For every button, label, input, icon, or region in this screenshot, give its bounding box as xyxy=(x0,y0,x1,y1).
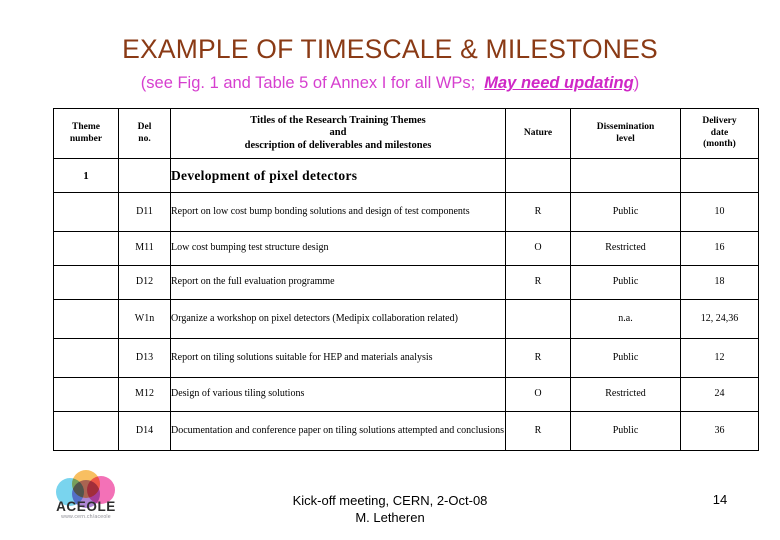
theme-number-cell: 1 xyxy=(53,158,119,193)
row-delivery-date-cell: 16 xyxy=(680,231,759,266)
row-nature-cell: R xyxy=(505,411,571,451)
row-description-cell: Design of various tiling solutions xyxy=(170,377,506,412)
row-delivery-date-cell: 24 xyxy=(680,377,759,412)
col-header-del-no-line2: no. xyxy=(138,133,151,144)
page-title: EXAMPLE OF TIMESCALE & MILESTONES xyxy=(122,34,658,64)
table-header-row: Theme number Del no. Titles of the Resea… xyxy=(53,108,759,159)
row-nature-cell: O xyxy=(505,231,571,266)
col-header-theme-number-line2: number xyxy=(69,133,103,144)
col-header-titles-line1: Titles of the Research Training Themes xyxy=(250,114,426,126)
col-header-delivery-date: Delivery date (month) xyxy=(680,108,759,159)
row-description-cell: Organize a workshop on pixel detectors (… xyxy=(170,299,506,339)
row-del-no-cell: M11 xyxy=(118,231,171,266)
table-row: W1n Organize a workshop on pixel detector… xyxy=(53,299,759,339)
col-header-titles: Titles of the Research Training Themes a… xyxy=(170,108,506,159)
logo-wordmark: ACEOLE xyxy=(56,499,116,514)
col-header-dissemination-line1: Dissemination xyxy=(596,122,655,132)
row-del-no-cell: D11 xyxy=(118,192,171,232)
theme-nature-cell xyxy=(505,158,571,193)
row-description-cell: Report on tiling solutions suitable for … xyxy=(170,338,506,378)
row-theme-cell xyxy=(53,299,119,339)
table-row: M11 Low cost bumping test structure desig… xyxy=(53,231,759,266)
theme-row: 1 Development of pixel detectors xyxy=(53,158,759,193)
col-header-dissemination: Dissemination level xyxy=(570,108,681,159)
subtitle-main-text: (see Fig. 1 and Table 5 of Annex I for a… xyxy=(140,74,476,92)
subtitle-emphasis-text: May need updating xyxy=(484,74,634,92)
row-delivery-date-cell: 10 xyxy=(680,192,759,232)
row-dissemination-cell: Public xyxy=(570,192,681,232)
row-del-no-cell: D14 xyxy=(118,411,171,451)
row-dissemination-cell: Restricted xyxy=(570,231,681,266)
row-delivery-date-cell: 18 xyxy=(680,265,759,300)
col-header-nature: Nature xyxy=(505,108,571,159)
row-del-no-cell: W1n xyxy=(118,299,171,339)
aceole-logo: ACEOLE www.cern.ch/aceole xyxy=(53,470,119,530)
theme-del-cell xyxy=(118,158,171,193)
row-description-cell: Low cost bumping test structure design xyxy=(170,231,506,266)
row-description-cell: Report on low cost bump bonding solution… xyxy=(170,192,506,232)
row-delivery-date-cell: 36 xyxy=(680,411,759,451)
col-header-dissemination-line2: level xyxy=(616,133,635,144)
col-header-del-no: Del no. xyxy=(118,108,171,159)
page-number: 14 xyxy=(712,492,728,507)
col-header-theme-number: Theme number xyxy=(53,108,119,159)
col-header-titles-line3: description of deliverables and mileston… xyxy=(244,139,432,151)
col-header-delivery-line1: Delivery xyxy=(702,116,737,127)
subtitle-closing-paren: ) xyxy=(633,74,640,92)
table-row: D13 Report on tiling solutions suitable f… xyxy=(53,338,759,378)
row-dissemination-cell: Restricted xyxy=(570,377,681,412)
row-del-no-cell: D13 xyxy=(118,338,171,378)
col-header-delivery-line3: (month) xyxy=(703,139,736,150)
table-row: D11 Report on low cost bump bonding solut… xyxy=(53,192,759,232)
row-theme-cell xyxy=(53,231,119,266)
row-nature-cell: R xyxy=(505,338,571,378)
row-theme-cell xyxy=(53,338,119,378)
table-row: D14 Documentation and conference paper on… xyxy=(53,411,759,451)
table-row: D12 Report on the full evaluation program… xyxy=(53,265,759,300)
row-dissemination-cell: n.a. xyxy=(570,299,681,339)
row-description-cell: Documentation and conference paper on ti… xyxy=(170,411,506,451)
row-dissemination-cell: Public xyxy=(570,411,681,451)
col-header-titles-line2: and xyxy=(329,127,347,139)
row-description-cell: Report on the full evaluation programme xyxy=(170,265,506,300)
theme-title-cell: Development of pixel detectors xyxy=(170,158,506,193)
logo-url: www.cern.ch/aceole xyxy=(61,514,111,520)
theme-dissemination-cell xyxy=(570,158,681,193)
row-nature-cell xyxy=(505,299,571,339)
row-dissemination-cell: Public xyxy=(570,265,681,300)
row-theme-cell xyxy=(53,192,119,232)
row-nature-cell: O xyxy=(505,377,571,412)
row-del-no-cell: M12 xyxy=(118,377,171,412)
milestones-table: Theme number Del no. Titles of the Resea… xyxy=(53,108,759,451)
row-delivery-date-cell: 12, 24,36 xyxy=(680,299,759,339)
page-subtitle: (see Fig. 1 and Table 5 of Annex I for a… xyxy=(0,73,780,93)
row-theme-cell xyxy=(53,411,119,451)
table-body: 1 Development of pixel detectors D11 Repo… xyxy=(53,158,759,451)
row-dissemination-cell: Public xyxy=(570,338,681,378)
col-header-theme-number-line1: Theme xyxy=(72,122,100,132)
row-nature-cell: R xyxy=(505,192,571,232)
row-delivery-date-cell: 12 xyxy=(680,338,759,378)
row-nature-cell: R xyxy=(505,265,571,300)
table-row: M12 Design of various tiling solutions O Re… xyxy=(53,377,759,412)
row-del-no-cell: D12 xyxy=(118,265,171,300)
row-theme-cell xyxy=(53,377,119,412)
col-header-delivery-line2: date xyxy=(710,127,729,138)
theme-delivery-cell xyxy=(680,158,759,193)
row-theme-cell xyxy=(53,265,119,300)
col-header-del-no-line1: Del xyxy=(137,122,152,132)
